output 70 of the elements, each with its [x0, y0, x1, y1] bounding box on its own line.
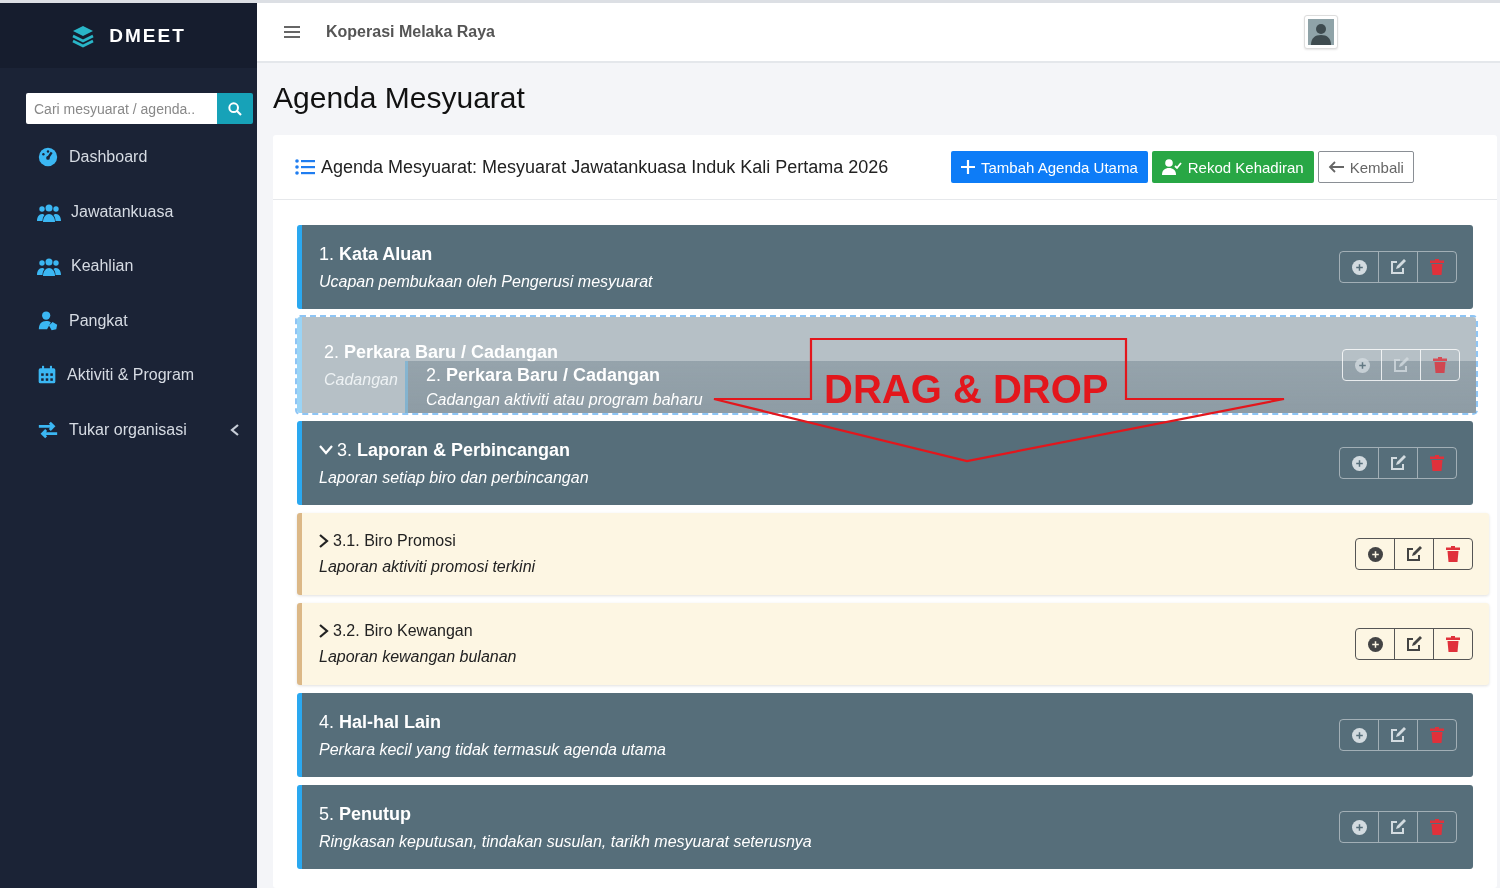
trash-icon — [1433, 357, 1447, 373]
organization-name: Koperasi Melaka Raya — [326, 23, 496, 41]
search-icon — [227, 100, 243, 117]
plus-circle-icon — [1351, 727, 1367, 743]
trash-icon — [1430, 727, 1444, 743]
item-description: Ucapan pembukaan oleh Pengerusi mesyuarat — [319, 272, 653, 291]
item-title: 5. Penutup — [319, 803, 411, 825]
edit-icon — [1393, 357, 1409, 373]
drag-preview-description: Cadangan aktiviti atau program baharu — [426, 391, 703, 409]
user-tag-icon — [37, 309, 59, 332]
trash-icon — [1446, 636, 1460, 652]
item-description: Ringkasan keputusan, tindakan susulan, tarikh mesyuarat seterusnya — [319, 832, 812, 851]
action-button[interactable]: Tambah Agenda Utama — [951, 151, 1148, 183]
item-title: 2. Perkara Baru / Cadangan — [324, 341, 559, 363]
nav-item[interactable]: Aktiviti & Program — [0, 348, 257, 403]
brand-name: DMEET — [109, 24, 186, 47]
item-title: 3.1. Biro Promosi — [333, 532, 456, 550]
item-title: 1. Kata Aluan — [319, 243, 433, 265]
arrow-left-icon — [1327, 161, 1344, 173]
avatar[interactable] — [1304, 15, 1338, 49]
trash-icon — [1430, 259, 1444, 275]
list-icon — [295, 159, 315, 175]
item-description: Laporan aktiviti promosi terkini — [319, 558, 536, 576]
plus-circle-icon — [1354, 357, 1370, 373]
item-description: Laporan setiap biro dan perbincangan — [319, 468, 589, 487]
action-button[interactable]: Kembali — [1317, 151, 1414, 183]
trash-icon — [1446, 546, 1460, 562]
trash-icon — [1430, 819, 1444, 835]
search-button[interactable] — [217, 93, 253, 124]
menu-icon — [284, 25, 300, 39]
item-description: Cadangan — [324, 370, 398, 389]
item-title: 3.2. Biro Kewangan — [333, 622, 473, 640]
agenda-item[interactable]: 3.1. Biro Promosi Laporan aktiviti promosi terkini — [297, 513, 1489, 595]
drag-preview-title: 2. Perkara Baru / Cadangan — [426, 365, 661, 386]
gauge-icon — [37, 146, 59, 169]
plus-circle-icon — [1351, 259, 1367, 275]
plus-circle-icon — [1351, 819, 1367, 835]
nav-item[interactable]: Dashboard — [0, 130, 257, 185]
plus-circle-icon — [1351, 455, 1367, 471]
chevron-right-icon[interactable] — [319, 624, 329, 638]
nav-item[interactable]: Pangkat — [0, 293, 257, 348]
page-title: Agenda Mesyuarat — [273, 81, 526, 115]
card-title: Agenda Mesyuarat: Mesyuarat Jawatankuasa Induk Kali Pertama 2026 — [321, 156, 890, 178]
edit-icon — [1390, 727, 1406, 743]
edit-icon — [1406, 636, 1422, 652]
layers-icon — [71, 23, 96, 48]
item-title: 3. Laporan & Perbincangan — [337, 439, 571, 461]
trash-icon — [1430, 455, 1444, 471]
nav-item[interactable]: Tukar organisasi — [0, 402, 257, 457]
agenda-item[interactable]: 3. Laporan & Perbincangan Laporan setiap biro dan perbincangan — [297, 421, 1473, 505]
search-field[interactable]: Cari mesyuarat / agenda.. — [26, 93, 217, 124]
chevron-down-icon[interactable] — [319, 445, 333, 455]
agenda-item[interactable]: 3.2. Biro Kewangan Laporan kewangan bulanan — [297, 603, 1489, 685]
chevron-right-icon[interactable] — [319, 534, 329, 548]
edit-icon — [1390, 819, 1406, 835]
item-description: Perkara kecil yang tidak termasuk agenda utama — [319, 740, 666, 759]
plus-circle-icon — [1367, 636, 1383, 652]
edit-icon — [1406, 546, 1422, 562]
edit-icon — [1390, 259, 1406, 275]
nav-item[interactable]: Keahlian — [0, 239, 257, 294]
nav-item[interactable]: Jawatankuasa — [0, 184, 257, 239]
users-icon — [37, 256, 61, 277]
swap-arrows-icon — [37, 419, 59, 440]
callout-text: DRAG & DROP — [824, 369, 1109, 409]
user-check-icon — [1161, 159, 1182, 175]
item-title: 4. Hal-hal Lain — [319, 711, 442, 733]
edit-icon — [1390, 455, 1406, 471]
item-description: Laporan kewangan bulanan — [319, 648, 517, 666]
plus-icon — [961, 160, 975, 174]
plus-circle-icon — [1367, 546, 1383, 562]
